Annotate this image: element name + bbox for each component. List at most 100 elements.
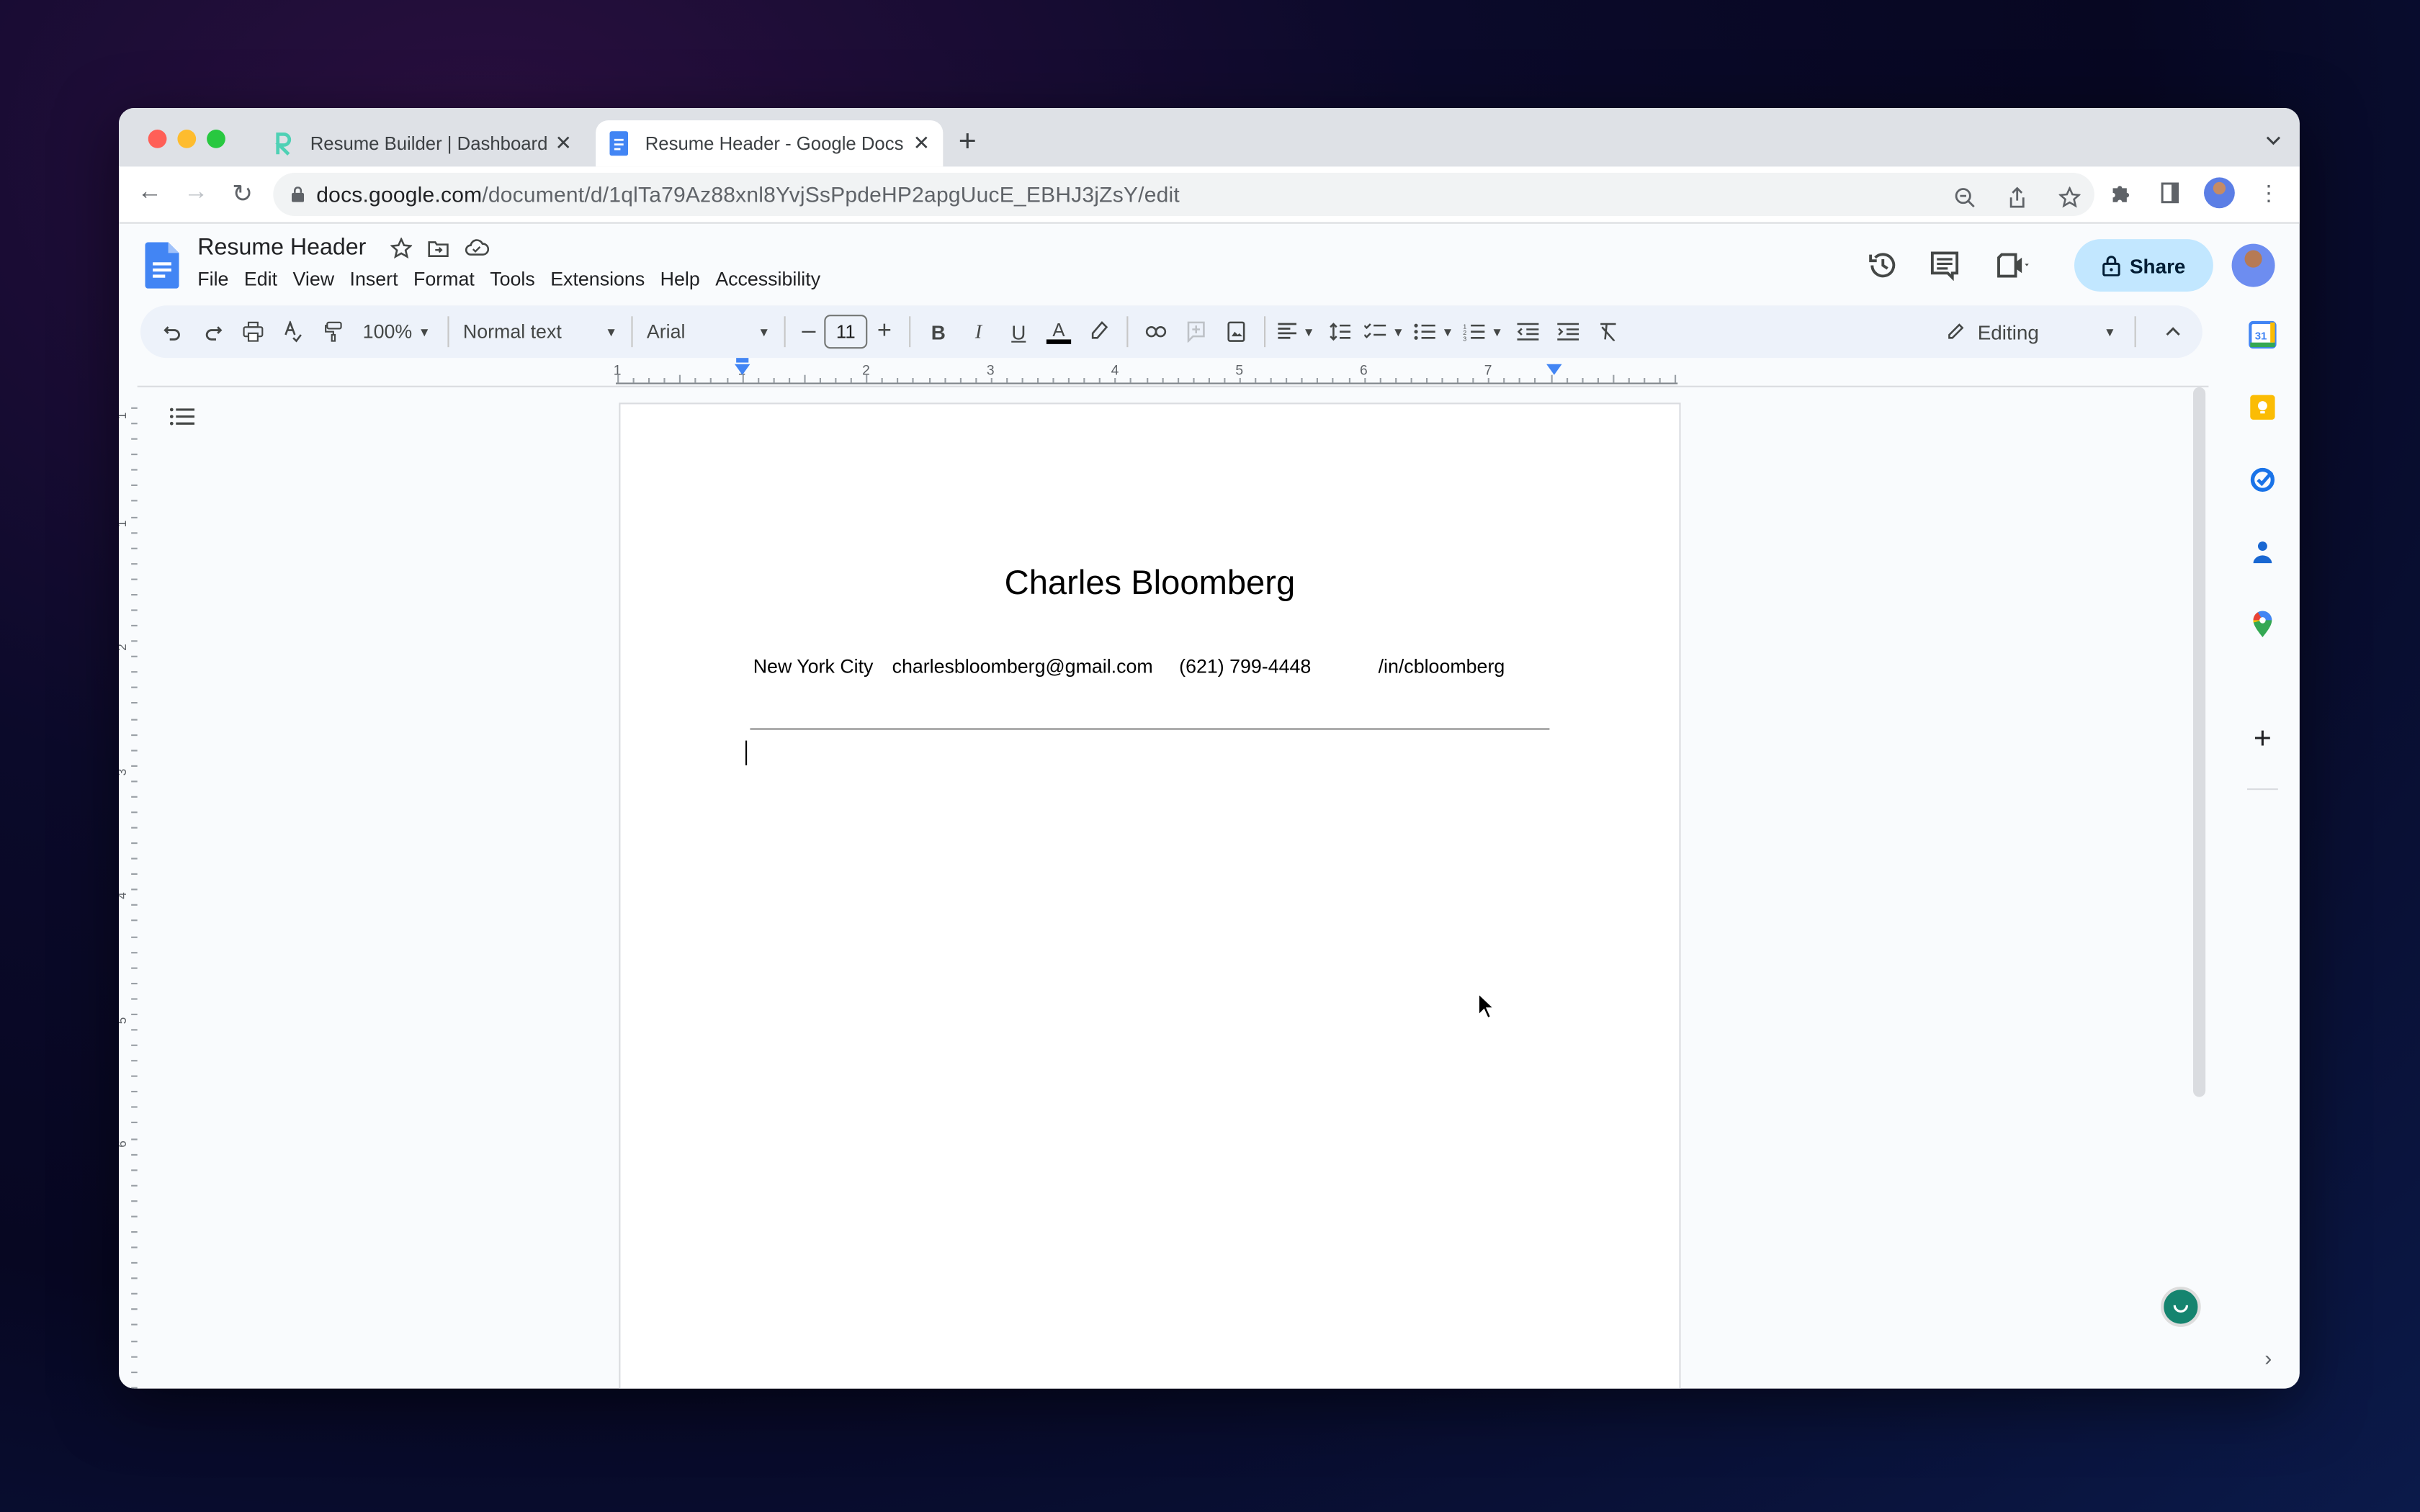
new-tab-button[interactable]: +	[959, 127, 977, 158]
hide-menus-chevron-icon[interactable]	[2165, 321, 2180, 343]
decrease-font-size-button[interactable]: –	[793, 313, 824, 350]
ruler-tick	[1410, 378, 1412, 383]
paragraph-style-select[interactable]: Normal text ▼	[457, 313, 623, 350]
checklist-select[interactable]: ▼	[1360, 313, 1410, 350]
account-avatar[interactable]	[2231, 243, 2275, 287]
profile-avatar[interactable]	[2204, 177, 2235, 209]
maximize-window-button[interactable]	[207, 130, 225, 148]
ruler-tick	[131, 749, 138, 751]
reload-icon[interactable]: ↻	[227, 179, 258, 210]
browser-menu-icon[interactable]: ⋮	[2254, 177, 2285, 208]
align-select[interactable]: ▼	[1273, 313, 1319, 350]
lock-icon	[292, 186, 305, 202]
forward-icon[interactable]: →	[181, 179, 212, 207]
document-title[interactable]: Resume Header	[197, 235, 366, 261]
font-size-input[interactable]: 11	[824, 315, 868, 349]
menu-file[interactable]: File	[197, 269, 238, 290]
get-addons-plus-icon[interactable]: +	[2247, 721, 2278, 755]
expand-side-panel-chevron-icon[interactable]: ›	[2264, 1346, 2272, 1370]
address-bar[interactable]: docs.google.com/document/d/1qlTa79Az88xn…	[273, 173, 2094, 216]
version-history-icon[interactable]	[1852, 238, 1914, 293]
spellcheck-icon[interactable]	[273, 313, 313, 350]
toolbar-divider	[447, 316, 449, 348]
menu-accessibility[interactable]: Accessibility	[715, 269, 830, 290]
ruler-label: 3	[986, 362, 995, 378]
document-outline-icon[interactable]	[169, 406, 194, 434]
increase-font-size-button[interactable]: +	[867, 313, 901, 350]
maps-icon[interactable]	[2247, 609, 2278, 640]
minimize-window-button[interactable]	[177, 130, 197, 148]
paint-format-icon[interactable]	[313, 313, 354, 350]
bulleted-list-select[interactable]: ▼	[1409, 313, 1458, 350]
share-page-icon[interactable]	[2002, 182, 2033, 213]
grammarly-icon[interactable]	[2161, 1287, 2201, 1327]
document-scrollbar[interactable]	[2193, 387, 2206, 1097]
contact-city[interactable]: New York City	[753, 656, 874, 678]
tab-google-docs[interactable]: Resume Header - Google Docs ✕	[596, 120, 944, 167]
tab-search-chevron-icon[interactable]	[2266, 130, 2281, 151]
google-docs-logo-icon[interactable]	[145, 242, 179, 289]
increase-indent-icon[interactable]	[1548, 313, 1588, 350]
ruler-tick	[1192, 378, 1195, 383]
right-indent-marker[interactable]	[1546, 364, 1562, 375]
url-text[interactable]: docs.google.com/document/d/1qlTa79Az88xn…	[316, 182, 1180, 207]
horizontal-line	[750, 728, 1550, 730]
keep-icon[interactable]	[2247, 392, 2278, 423]
highlight-color-icon[interactable]	[1079, 313, 1119, 350]
resume-name[interactable]: Charles Bloomberg	[620, 563, 1679, 603]
menu-tools[interactable]: Tools	[490, 269, 544, 290]
add-comment-icon[interactable]	[1176, 313, 1216, 350]
insert-image-icon[interactable]	[1216, 313, 1257, 350]
menu-format[interactable]: Format	[413, 269, 484, 290]
menu-insert[interactable]: Insert	[350, 269, 408, 290]
line-spacing-icon[interactable]	[1319, 313, 1360, 350]
meet-camera-icon[interactable]	[1976, 238, 2053, 293]
document-page[interactable]: Charles Bloomberg New York City charlesb…	[619, 402, 1681, 1389]
contact-linkedin[interactable]: /in/cbloomberg	[1379, 656, 1505, 678]
redo-icon[interactable]	[193, 313, 233, 350]
contact-phone[interactable]: (621) 799-4448	[1179, 656, 1311, 678]
ruler-tick	[1659, 378, 1661, 383]
ruler-tick	[131, 827, 138, 829]
star-icon[interactable]	[390, 237, 413, 267]
calendar-icon[interactable]: 31	[2247, 320, 2278, 351]
close-tab-icon[interactable]: ✕	[551, 131, 575, 156]
comments-icon[interactable]	[1914, 238, 1976, 293]
numbered-list-select[interactable]: 1 2 3 ▼	[1458, 313, 1508, 350]
contact-email[interactable]: charlesbloomberg@gmail.com	[892, 656, 1153, 678]
left-indent-marker[interactable]	[734, 364, 750, 375]
tab-resume-builder[interactable]: Resume Builder | Dashboard ✕	[261, 120, 585, 166]
side-panel-icon[interactable]	[2154, 177, 2185, 208]
print-icon[interactable]	[233, 313, 274, 350]
underline-button[interactable]: U	[998, 313, 1039, 350]
editing-mode-select[interactable]: Editing ▼	[1947, 320, 2116, 343]
bold-button[interactable]: B	[918, 313, 959, 350]
font-family-select[interactable]: Arial ▼	[640, 313, 776, 350]
undo-icon[interactable]	[153, 313, 193, 350]
zoom-out-icon[interactable]	[1949, 182, 1980, 213]
clear-formatting-icon[interactable]	[1588, 313, 1628, 350]
menu-help[interactable]: Help	[660, 269, 709, 290]
tasks-icon[interactable]	[2247, 464, 2278, 495]
share-button[interactable]: Share	[2074, 239, 2213, 292]
menu-view[interactable]: View	[293, 269, 344, 290]
back-icon[interactable]: ←	[134, 179, 165, 207]
ruler-tick	[773, 378, 775, 383]
move-folder-icon[interactable]	[428, 238, 449, 267]
contacts-icon[interactable]	[2247, 537, 2278, 568]
horizontal-ruler[interactable]: 11234567	[614, 358, 1678, 384]
menu-edit[interactable]: Edit	[244, 269, 287, 290]
menu-extensions[interactable]: Extensions	[550, 269, 654, 290]
cloud-saved-icon[interactable]	[465, 238, 490, 267]
extensions-puzzle-icon[interactable]	[2105, 177, 2136, 208]
italic-button[interactable]: I	[959, 313, 999, 350]
decrease-indent-icon[interactable]	[1508, 313, 1549, 350]
zoom-select[interactable]: 100% ▼	[354, 313, 440, 350]
text-color-button[interactable]: A	[1039, 313, 1079, 350]
vertical-ruler[interactable]: 1 1 2 3 4 5 6	[119, 386, 138, 1389]
close-window-button[interactable]	[148, 130, 167, 148]
close-tab-icon[interactable]: ✕	[909, 131, 933, 156]
insert-link-icon[interactable]	[1136, 313, 1176, 350]
first-line-indent-marker[interactable]	[736, 358, 749, 363]
bookmark-star-icon[interactable]	[2054, 182, 2085, 213]
